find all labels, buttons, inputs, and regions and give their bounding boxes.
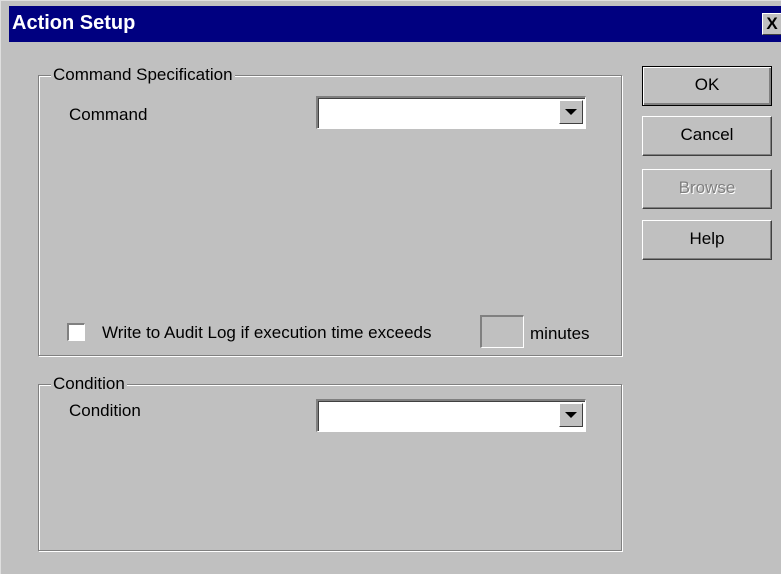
command-specification-group: Command Specification Command Write to A…: [38, 64, 622, 356]
window-title: Action Setup: [12, 12, 136, 34]
command-label: Command: [69, 105, 148, 124]
condition-label: Condition: [69, 401, 141, 420]
condition-group: Condition Condition: [38, 373, 622, 551]
audit-minutes-input[interactable]: [480, 315, 524, 348]
audit-log-label: Write to Audit Log if execution time exc…: [102, 323, 432, 342]
help-button[interactable]: Help: [642, 220, 772, 260]
command-specification-group-title: Command Specification: [51, 64, 235, 86]
condition-group-title: Condition: [51, 373, 127, 395]
ok-button[interactable]: OK: [642, 66, 772, 106]
minutes-label: minutes: [530, 324, 590, 343]
chevron-down-icon[interactable]: [559, 100, 583, 124]
action-setup-dialog: Action Setup X Command Specification Com…: [0, 0, 781, 574]
chevron-down-icon[interactable]: [559, 403, 583, 427]
audit-log-checkbox[interactable]: [67, 323, 85, 341]
command-dropdown[interactable]: [316, 96, 586, 129]
close-icon[interactable]: X: [762, 13, 781, 35]
cancel-button[interactable]: Cancel: [642, 116, 772, 156]
title-bar[interactable]: Action Setup X: [9, 6, 781, 42]
condition-dropdown[interactable]: [316, 399, 586, 432]
browse-button[interactable]: Browse: [642, 169, 772, 209]
